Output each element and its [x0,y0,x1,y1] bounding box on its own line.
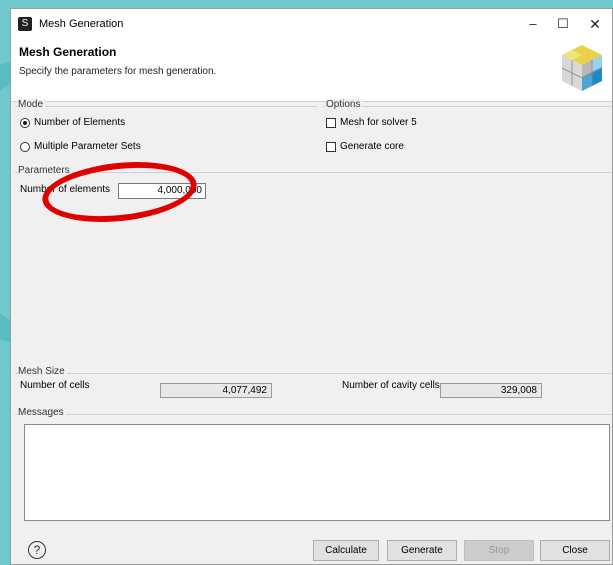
check-generate-core[interactable]: Generate core [326,141,404,152]
header-description: Specify the parameters for mesh generati… [19,66,217,77]
mesh-size-group: Mesh Size Number of cells 4,077,492 Numb… [15,366,611,404]
mode-group-label: Mode [18,99,46,110]
maximize-button[interactable]: ☐ [552,13,574,35]
mode-group: Mode Number of Elements Multiple Paramet… [15,99,317,167]
help-icon[interactable]: ? [28,541,46,559]
radio-number-of-elements-button[interactable] [20,117,30,128]
mesh-for-solver-checkbox[interactable] [326,117,336,128]
messages-group-label: Messages [18,407,66,418]
radio-number-of-elements[interactable]: Number of Elements [20,117,125,128]
radio-number-of-elements-label: Number of Elements [34,117,126,128]
cube-logo-icon [561,45,603,91]
mesh-size-group-label: Mesh Size [18,366,67,377]
options-group-label: Options [326,99,363,110]
close-button[interactable]: Close [540,540,610,561]
number-of-cells-label: Number of cells [20,380,90,391]
title-bar: S Mesh Generation – ☐ ✕ [11,9,612,39]
dialog-header: Mesh Generation Specify the parameters f… [11,39,612,102]
app-icon: S [18,17,32,31]
parameters-group-label: Parameters [18,165,72,176]
check-mesh-for-solver[interactable]: Mesh for solver 5 [326,117,417,128]
close-window-button[interactable]: ✕ [584,13,606,35]
messages-textarea[interactable] [24,424,610,521]
mesh-for-solver-label: Mesh for solver 5 [340,117,417,128]
stop-button[interactable]: Stop [464,540,534,561]
mesh-generation-dialog: S Mesh Generation – ☐ ✕ Mesh Generation … [10,8,613,565]
radio-multiple-parameter-sets-button[interactable] [20,141,30,152]
number-of-cavity-cells-label: Number of cavity cells [342,380,440,391]
header-title: Mesh Generation [19,45,117,59]
radio-multiple-parameter-sets[interactable]: Multiple Parameter Sets [20,141,141,152]
radio-multiple-parameter-sets-label: Multiple Parameter Sets [34,141,141,152]
options-group: Options Mesh for solver 5 Generate core [323,99,611,167]
generate-button[interactable]: Generate [387,540,457,561]
window-title: Mesh Generation [39,18,124,30]
number-of-cells-value: 4,077,492 [160,383,272,398]
generate-core-label: Generate core [340,141,404,152]
calculate-button[interactable]: Calculate [313,540,379,561]
minimize-button[interactable]: – [522,13,544,35]
number-of-cavity-cells-value: 329,008 [440,383,542,398]
generate-core-checkbox[interactable] [326,141,336,152]
